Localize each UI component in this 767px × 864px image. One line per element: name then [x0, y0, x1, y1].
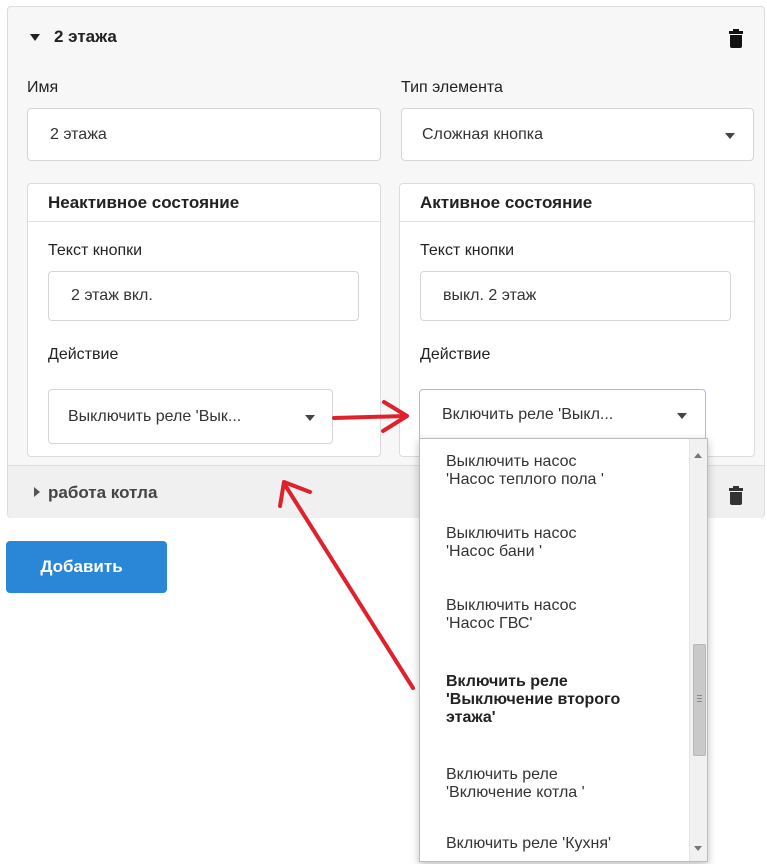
arrow-right-annotation [332, 414, 408, 420]
arrow-up-annotation [283, 483, 415, 690]
annotation-arrows [278, 400, 415, 690]
